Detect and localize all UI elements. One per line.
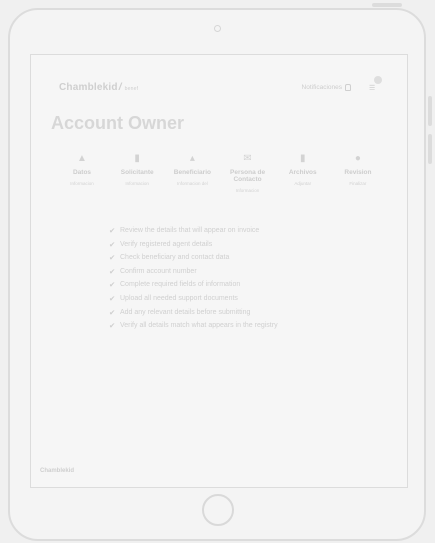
list-item: ✔ Confirm account number (109, 265, 278, 279)
list-item-text: Verify registered agent details (120, 240, 213, 248)
side-button-top (428, 96, 432, 126)
step-sublabel: Informacion del (176, 181, 208, 186)
info-icon: ● (354, 153, 361, 164)
list-item-text: Add any relevant details before submitti… (120, 308, 251, 316)
logo-sub: benef (124, 85, 139, 92)
camera-icon (214, 25, 221, 32)
step-sublabel: Adjuntar (294, 181, 312, 186)
step-label: Archivos (288, 169, 317, 176)
step-sublabel: Informacion (125, 181, 149, 186)
logo-text: Chamblekid (59, 81, 118, 93)
list-item: ✔ Check beneficiary and contact data (109, 251, 278, 265)
check-icon: ✔ (109, 239, 116, 249)
step-sublabel: Informacion (70, 181, 94, 186)
envelope-icon: ✉ (243, 153, 252, 164)
check-icon: ✔ (109, 266, 116, 276)
document-icon: ▮ (134, 153, 140, 164)
step-solicitante[interactable]: ▮ Solicitante Informacion (110, 153, 164, 201)
page-title: Account Owner (51, 113, 185, 133)
step-persona-contacto[interactable]: ✉ Persona de Contacto Informacion (221, 153, 275, 201)
list-item-text: Confirm account number (120, 267, 197, 275)
menu-icon: ☰ (369, 85, 376, 92)
file-icon: ▮ (299, 153, 306, 164)
list-item: ✔ Complete required fields of information (109, 278, 278, 292)
menu-button[interactable]: ☰ (369, 76, 382, 92)
top-bar: Chamblekid/benef Notificaciones ☰ (59, 76, 382, 97)
step-label: Datos (72, 169, 92, 176)
notifications-label: Notificaciones (301, 83, 342, 91)
step-datos[interactable]: ▲ Datos Informacion (55, 153, 109, 201)
side-button-bottom (428, 134, 432, 164)
list-item: ✔ Add any relevant details before submitt… (109, 306, 278, 320)
list-item-text: Verify all details match what appears in… (120, 322, 278, 330)
notification-badge (374, 76, 382, 84)
check-icon: ✔ (109, 321, 116, 331)
step-beneficiario[interactable]: ▴ Beneficiario Informacion del (165, 153, 219, 201)
screen: Chamblekid/benef Notificaciones ☰ Accoun… (30, 54, 408, 488)
home-button[interactable] (202, 494, 234, 526)
list-item: ✔ Upload all needed support documents (109, 292, 278, 306)
logo-slash: / (118, 81, 122, 93)
check-icon: ✔ (109, 226, 116, 235)
step-sublabel: Informacion (235, 188, 260, 193)
bell-icon (345, 83, 351, 91)
step-sublabel: Finalizar (349, 181, 367, 186)
step-label: Beneficiario (173, 169, 211, 176)
step-label: Solicitante (120, 169, 154, 176)
step-label: Persona de Contacto (230, 169, 266, 183)
check-icon: ✔ (109, 307, 116, 317)
step-archivos[interactable]: ▮ Archivos Adjuntar (276, 153, 330, 201)
list-item-text: Upload all needed support documents (120, 294, 238, 302)
list-item: ✔ Verify registered agent details (109, 238, 278, 252)
notifications-link[interactable]: Notificaciones (301, 83, 351, 91)
person-icon: ▴ (189, 153, 195, 164)
list-item-text: Complete required fields of information (120, 281, 241, 289)
footer-logo: Chamblekid (40, 468, 75, 474)
step-label: Revision (344, 169, 372, 176)
power-button (372, 3, 402, 7)
clipboard-icon: ▲ (77, 153, 87, 164)
check-icon: ✔ (109, 253, 116, 263)
list-item-text: Check beneficiary and contact data (120, 254, 230, 262)
list-item: ✔ Review the details that will appear on … (109, 224, 278, 238)
progress-steps: ▲ Datos Informacion ▮ Solicitante Inform… (55, 153, 385, 201)
check-icon: ✔ (109, 280, 116, 290)
requirements-checklist: ✔ Review the details that will appear on … (109, 224, 278, 333)
step-revision[interactable]: ● Revision Finalizar (331, 153, 385, 201)
app-logo[interactable]: Chamblekid/benef (59, 82, 138, 93)
list-item: ✔ Verify all details match what appears i… (109, 319, 278, 333)
list-item-text: Review the details that will appear on i… (120, 227, 260, 234)
check-icon: ✔ (109, 293, 116, 303)
